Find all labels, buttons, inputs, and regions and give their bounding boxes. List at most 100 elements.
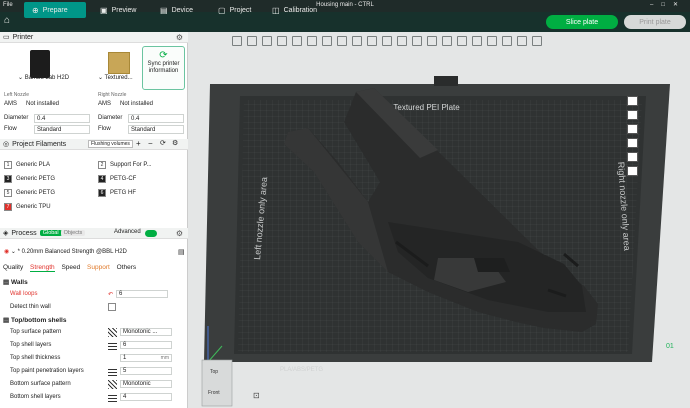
top-surface-pattern-row: Top surface pattern Monotonic ... [10, 326, 180, 338]
bottom-surface-pattern-row: Bottom surface pattern Monotonic [10, 378, 180, 390]
move-icon[interactable] [352, 36, 362, 46]
orient-icon[interactable] [292, 36, 302, 46]
plate-thumbnail[interactable] [108, 52, 130, 74]
preview-icon: ▣ [100, 5, 108, 15]
reset-icon[interactable]: ↶ [108, 291, 113, 298]
filament-item-6[interactable]: 6 PETG HF [98, 189, 136, 197]
mesh-boolean-icon[interactable] [427, 36, 437, 46]
remove-icon[interactable]: − [148, 139, 153, 148]
layers-icon [108, 340, 117, 350]
topbottom-heading: ▤ Top/bottom shells [3, 317, 67, 324]
3d-viewport[interactable]: Bambu Textured PEI Plate Left nozzle onl… [188, 32, 690, 408]
diameter-right-field[interactable]: 0.4 [128, 114, 184, 123]
wall-loops-field[interactable]: 6 [116, 290, 169, 298]
tab-speed[interactable]: Speed [61, 264, 80, 271]
home-icon[interactable]: ⌂ [4, 15, 10, 26]
filaments-section-header: ◎ Project Filaments Flushing volumes + − … [0, 139, 188, 150]
left-nozzle-label: Left Nozzle [4, 92, 30, 98]
save-icon[interactable]: ▤ [178, 248, 185, 256]
advanced-toggle[interactable] [145, 230, 157, 237]
tab-preview[interactable]: ▣ Preview [92, 2, 144, 18]
cut-icon[interactable] [412, 36, 422, 46]
filament-item-3[interactable]: 3 Generic PETG [4, 175, 55, 183]
printer-name[interactable]: ⌄ Bambu Lab H2D [18, 74, 69, 81]
assembly-icon[interactable] [517, 36, 527, 46]
scale-icon[interactable] [382, 36, 392, 46]
filament-item-1[interactable]: 1 Generic PLA [4, 161, 50, 169]
top-shell-layers-field[interactable]: 6 [120, 341, 172, 349]
objects-toggle[interactable]: Objects [60, 230, 86, 236]
brim-icon[interactable] [532, 36, 542, 46]
top-paint-penetration-row: Top paint penetration layers 5 [10, 365, 180, 377]
lock-icon[interactable] [627, 110, 638, 120]
layers-icon: ▤ [3, 317, 10, 324]
printer-icon: ▭ [3, 34, 10, 41]
settings-icon[interactable] [627, 166, 638, 176]
variable-layer-icon[interactable] [337, 36, 347, 46]
grid-icon[interactable] [247, 36, 257, 46]
print-plate-button[interactable]: Print plate [624, 15, 686, 29]
support-paint-icon[interactable] [442, 36, 452, 46]
arrange-plate-icon[interactable] [627, 124, 638, 134]
measure-icon[interactable] [502, 36, 512, 46]
tab-project[interactable]: ▢ Project [210, 2, 259, 18]
filament-item-4[interactable]: 4 PETG-CF [98, 175, 136, 183]
gear-icon[interactable]: ⚙ [176, 33, 183, 42]
detect-thin-wall-row: Detect thin wall [10, 301, 180, 313]
top-shell-thickness-field[interactable]: 1 mm [120, 354, 172, 362]
top-surface-pattern-select[interactable]: Monotonic ... [120, 328, 172, 336]
orient-plate-icon[interactable] [627, 138, 638, 148]
window-controls[interactable]: –□✕ [650, 1, 686, 8]
filament-item-7[interactable]: 7 Generic TPU [4, 203, 51, 211]
tab-quality[interactable]: Quality [3, 264, 23, 271]
right-nozzle-label: Right Nozzle [98, 92, 127, 98]
top-paint-penetration-field[interactable]: 5 [120, 367, 172, 375]
gear-icon[interactable]: ⚙ [172, 139, 178, 147]
arrange-icon[interactable] [277, 36, 287, 46]
detect-thin-wall-checkbox[interactable] [108, 303, 116, 311]
diameter-left-field[interactable]: 0.4 [34, 114, 90, 123]
sync-printer-button[interactable]: ⟳ Sync printer information [142, 46, 185, 90]
global-toggle[interactable]: Global [39, 230, 62, 236]
view-cube[interactable] [201, 359, 233, 407]
printer-section-header: ▭ Printer ⚙ [0, 32, 188, 43]
plate-icon[interactable] [262, 36, 272, 46]
build-plate-scene[interactable]: Bambu Textured PEI Plate Left nozzle onl… [188, 32, 690, 408]
split-icon[interactable] [322, 36, 332, 46]
seam-paint-icon[interactable] [457, 36, 467, 46]
top-shell-layers-row: Top shell layers 6 [10, 339, 180, 351]
lay-on-face-icon[interactable] [397, 36, 407, 46]
tab-support[interactable]: Support [87, 264, 110, 271]
process-icon: ◉ [4, 249, 10, 255]
bottom-shell-layers-field[interactable]: 4 [120, 393, 172, 401]
tab-device[interactable]: ▤ Device [152, 2, 201, 18]
layers-icon[interactable] [307, 36, 317, 46]
add-object-icon[interactable] [232, 36, 242, 46]
text-icon[interactable] [487, 36, 497, 46]
plus-icon: ⊕ [32, 5, 39, 15]
flow-right-select[interactable]: Standard [128, 125, 184, 134]
process-tabs: Quality Strength Speed Support Others [3, 264, 141, 272]
process-profile-select[interactable]: ◉ ⌄ * 0.20mm Balanced Strength @BBL H2D [4, 248, 127, 255]
flow-left-select[interactable]: Standard [34, 125, 90, 134]
slice-plate-button[interactable]: Slice plate [546, 15, 618, 29]
tab-calibration[interactable]: ◫ Calibration [264, 2, 325, 18]
filament-item-2[interactable]: 2 Support For P... [98, 161, 152, 169]
tab-prepare[interactable]: ⊕ Prepare [24, 2, 86, 18]
advanced-label: Advanced [114, 229, 141, 235]
flushing-volumes-button[interactable]: Flushing volumes [88, 140, 133, 148]
tab-others[interactable]: Others [117, 264, 137, 271]
zoom-fit-icon[interactable]: ⊡ [253, 391, 260, 400]
close-icon[interactable] [627, 96, 638, 106]
gear-icon[interactable]: ⚙ [176, 229, 183, 238]
bottom-surface-pattern-select[interactable]: Monotonic [120, 380, 172, 388]
tab-strength[interactable]: Strength [30, 264, 55, 272]
sync-icon[interactable]: ⟳ [160, 139, 166, 147]
filament-item-5[interactable]: 5 Generic PETG [4, 189, 55, 197]
flow-label: Flow [4, 126, 17, 132]
plate-type[interactable]: ⌄ Textured... [98, 74, 133, 81]
rotate-icon[interactable] [367, 36, 377, 46]
eye-icon[interactable] [627, 152, 638, 162]
color-paint-icon[interactable] [472, 36, 482, 46]
add-icon[interactable]: + [136, 139, 141, 148]
